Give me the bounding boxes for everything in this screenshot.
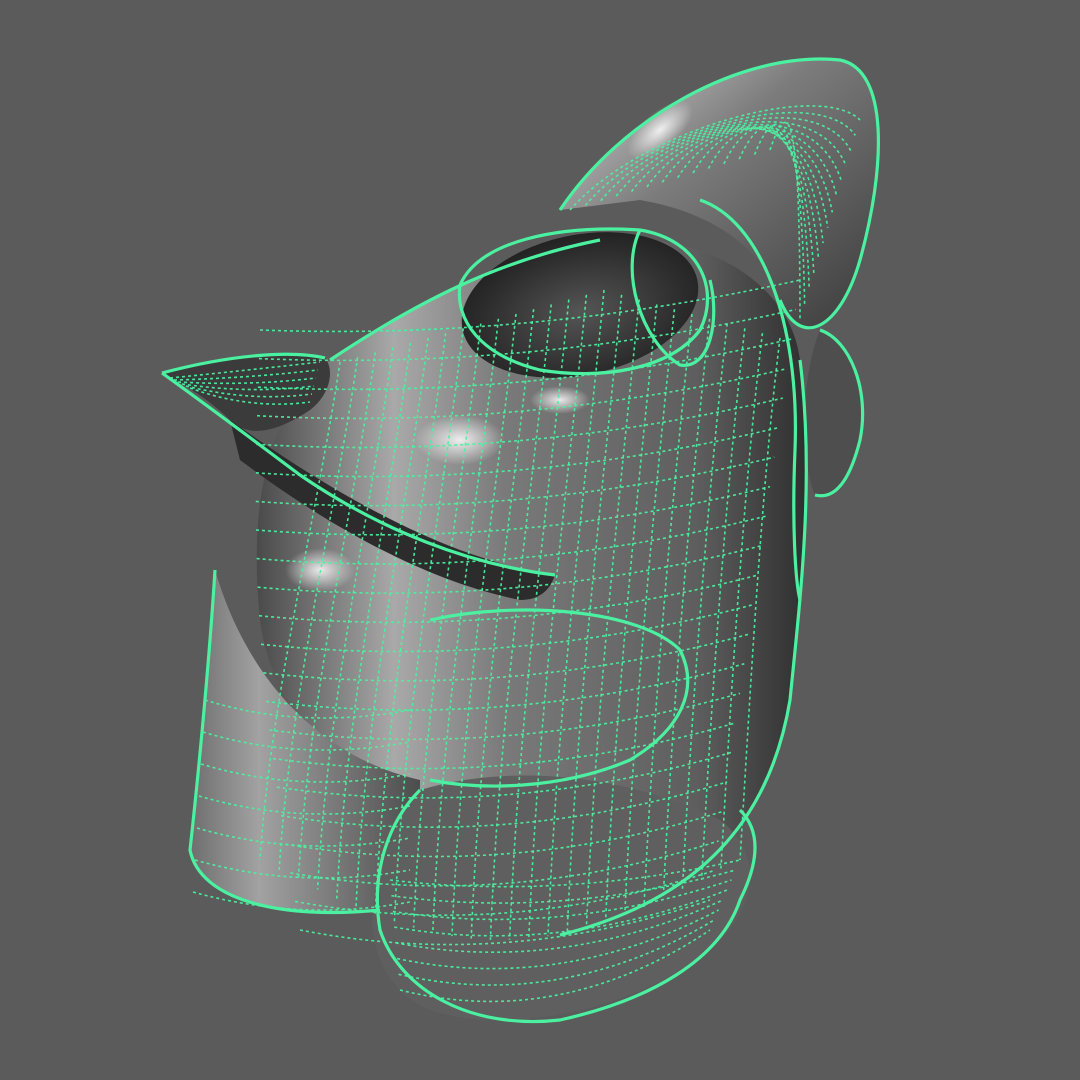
- mesh-base[interactable]: [372, 775, 750, 1021]
- viewport-canvas[interactable]: [0, 0, 1080, 1080]
- specular-highlight: [415, 415, 505, 465]
- teapot-mesh[interactable]: [161, 57, 880, 1024]
- 3d-viewport[interactable]: [0, 0, 1080, 1080]
- mesh-side-tab[interactable]: [804, 330, 863, 496]
